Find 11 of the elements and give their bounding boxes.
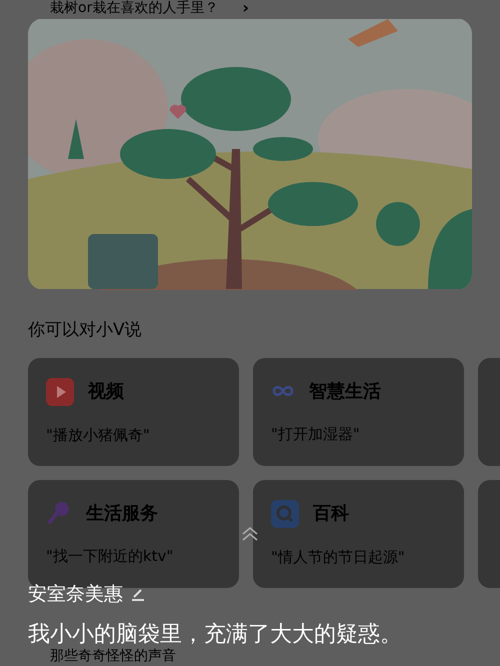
section-heading: 你可以对小V说 — [28, 320, 142, 340]
search-icon — [271, 500, 299, 528]
infinity-icon — [271, 383, 295, 399]
chevron-icon[interactable]: › — [242, 0, 249, 16]
caption-text: 我小小的脑袋里，充满了大大的疑惑。 — [28, 622, 402, 648]
banner-title: 栽树or栽在喜欢的人手里？ — [50, 0, 218, 16]
microphone-icon — [46, 500, 72, 526]
pencil-icon[interactable] — [131, 587, 145, 602]
double-chevron-up-icon[interactable] — [241, 526, 259, 542]
caption-next-line: 那些奇奇怪怪的声音 — [50, 648, 176, 664]
play-icon — [46, 378, 74, 406]
